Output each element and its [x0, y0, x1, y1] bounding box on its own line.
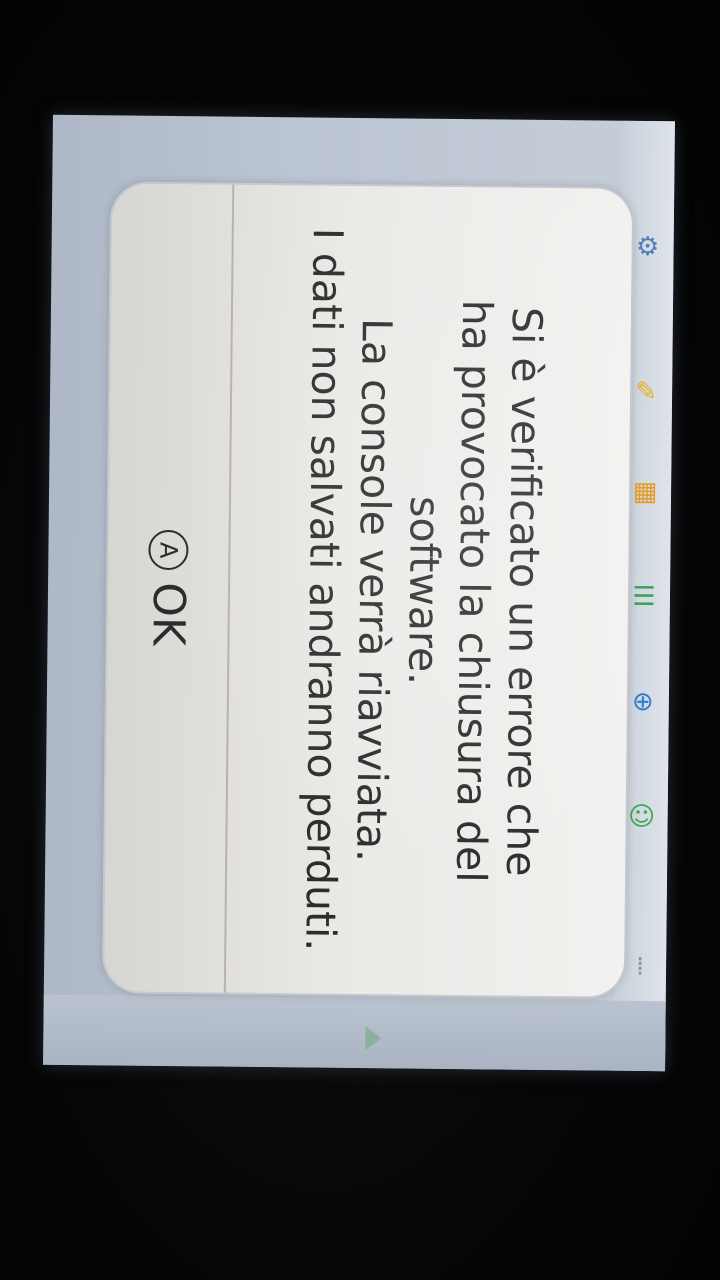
ok-button-label: OK [142, 581, 195, 647]
error-dialog: Si è verificato un errore che ha provoca… [103, 183, 633, 997]
screen: ⚙ ✎ ▦ ☰ ⊕ ☺ ⁞ Si è verificato un errore … [43, 114, 675, 1072]
calendar-icon[interactable]: ▦ [629, 476, 661, 508]
settings-icon[interactable]: ⚙ [631, 231, 663, 263]
message-line: software. [399, 495, 450, 686]
message-line: ha provocato la chiusura del [446, 299, 502, 883]
error-message: Si è verificato un errore che ha provoca… [226, 185, 632, 997]
globe-icon[interactable]: ⊕ [627, 686, 659, 718]
scroll-arrow-icon[interactable] [365, 1026, 382, 1051]
friends-icon[interactable]: ☺ [626, 801, 658, 833]
ok-button[interactable]: A OK [104, 183, 232, 992]
a-button-icon: A [148, 530, 189, 571]
notes-icon[interactable]: ✎ [630, 376, 662, 408]
dialog-content: Si è verificato un errore che ha provoca… [104, 183, 632, 996]
message-line: I dati non salvati andranno perduti. [296, 227, 352, 952]
a-button-glyph: A [154, 541, 183, 559]
grid-icon[interactable]: ⁞ [624, 951, 656, 983]
message-line: Si è verificato un errore che [497, 306, 552, 877]
bottom-strip [43, 994, 666, 1072]
list-icon[interactable]: ☰ [628, 581, 660, 613]
message-line: La console verrà riavviata. [347, 317, 401, 863]
